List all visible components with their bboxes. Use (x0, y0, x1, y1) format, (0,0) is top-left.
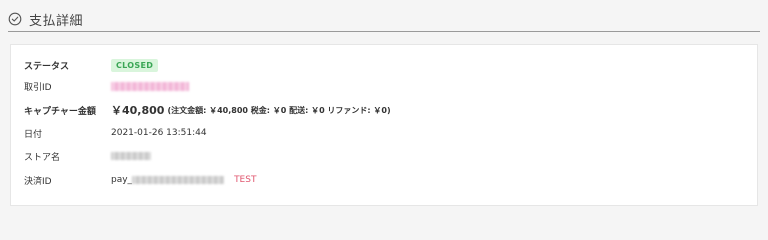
transaction-id-value-redacted[interactable] (111, 81, 189, 91)
status-label: ステータス (24, 61, 70, 72)
store-name-value-redacted (111, 152, 151, 160)
capture-amount-value: ￥40,800 (111, 104, 165, 117)
date-value: 2021-01-26 13:51:44 (111, 128, 207, 138)
header-divider (8, 31, 760, 32)
status-row: ステータス CLOSED (24, 57, 159, 73)
test-mode-tag: TEST (234, 175, 257, 185)
date-label: 日付 (24, 129, 43, 140)
check-circle-icon (8, 12, 22, 26)
payment-id-prefix: pay_ (111, 175, 133, 185)
payment-id-label: 決済ID (24, 176, 52, 187)
capture-amount-breakdown: (注文金額: ￥40,800 税金: ￥0 配送: ￥0 リファンド: ￥0) (167, 105, 391, 115)
status-badge: CLOSED (111, 58, 159, 72)
store-name-label: ストア名 (24, 152, 61, 163)
payment-details-card: ステータス CLOSED 取引ID キャプチャー金額 ￥40,800 (注文金額… (10, 44, 758, 206)
transaction-id-label: 取引ID (24, 82, 52, 93)
transaction-id-row: 取引ID (24, 78, 189, 94)
store-name-row: ストア名 (24, 148, 151, 164)
capture-amount-label: キャプチャー金額 (24, 106, 96, 117)
date-row: 日付 2021-01-26 13:51:44 (24, 125, 207, 141)
payment-id-value-redacted[interactable] (132, 176, 225, 184)
payment-id-row: 決済ID pay_ TEST (24, 172, 256, 188)
capture-amount-row: キャプチャー金額 ￥40,800 (注文金額: ￥40,800 税金: ￥0 配… (24, 102, 391, 118)
page-title: 支払詳細 (29, 13, 84, 29)
section-header: 支払詳細 (8, 8, 760, 30)
